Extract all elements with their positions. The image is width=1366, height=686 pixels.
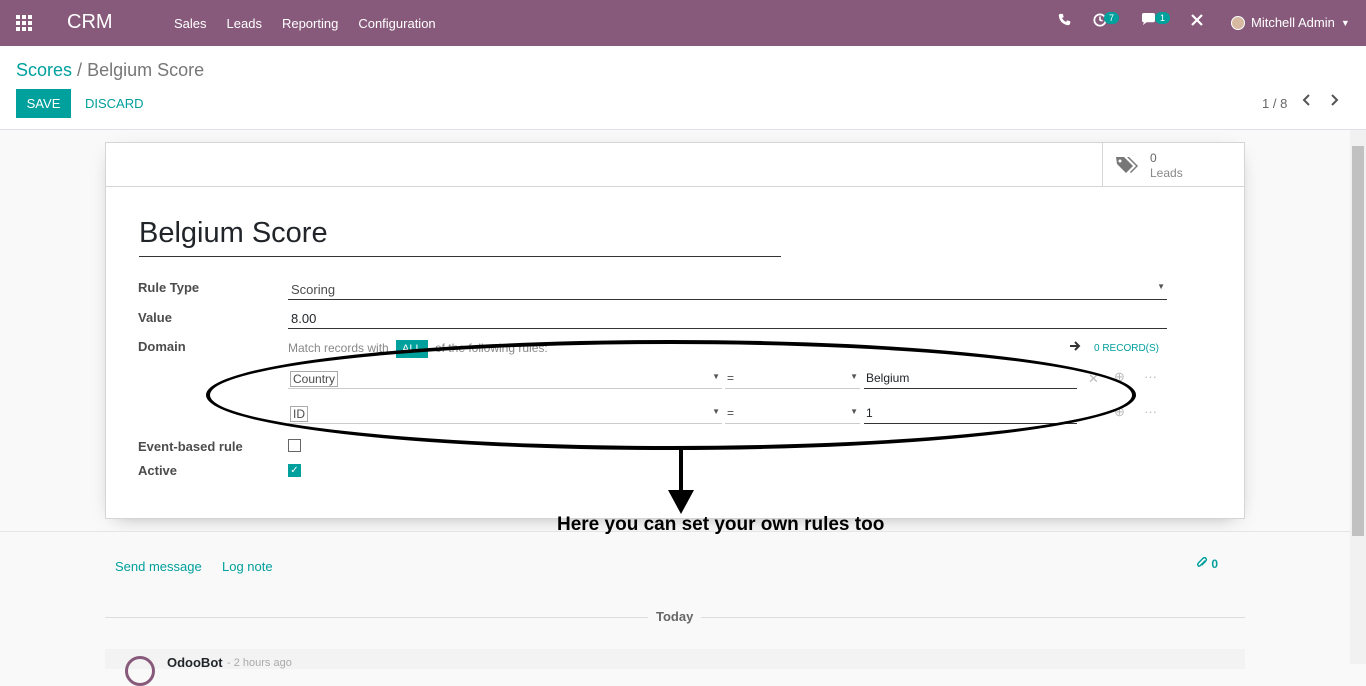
menu-item-leads[interactable]: Leads bbox=[227, 16, 262, 31]
add-rule-icon[interactable]: ⊕ bbox=[1114, 369, 1125, 385]
domain-label: Domain bbox=[138, 339, 186, 354]
more-options-icon[interactable]: ··· bbox=[1144, 404, 1157, 419]
record-name-input[interactable]: Belgium Score bbox=[139, 217, 781, 257]
event-based-checkbox[interactable] bbox=[288, 439, 301, 452]
tag-icon bbox=[1115, 155, 1138, 173]
annotation-arrow-head bbox=[668, 490, 694, 514]
rule-value: Belgium bbox=[866, 371, 910, 385]
rule-operator-value: = bbox=[727, 371, 735, 385]
main-menu: Sales Leads Reporting Configuration bbox=[174, 16, 436, 31]
message-date: - 2 hours ago bbox=[227, 657, 292, 669]
avatar bbox=[1231, 15, 1245, 30]
leads-stat-button[interactable]: 0 Leads bbox=[1102, 143, 1244, 187]
breadcrumb-separator: / bbox=[77, 60, 83, 80]
leads-count: 0 bbox=[1150, 151, 1157, 165]
rule-field-select[interactable]: ID ▼ bbox=[288, 402, 722, 424]
chevron-down-icon: ▼ bbox=[712, 372, 720, 381]
remove-rule-icon[interactable]: ✕ bbox=[1088, 371, 1099, 387]
domain-all-select[interactable]: ALL bbox=[396, 340, 428, 358]
annotation-text: Here you can set your own rules too bbox=[557, 514, 885, 535]
breadcrumb-current: Belgium Score bbox=[87, 60, 205, 80]
more-options-icon[interactable]: ··· bbox=[1144, 369, 1157, 384]
user-menu[interactable]: Mitchell Admin ▼ bbox=[1231, 15, 1350, 30]
chevron-down-icon: ▼ bbox=[850, 372, 858, 381]
value-label: Value bbox=[138, 310, 172, 325]
chevron-right-icon[interactable] bbox=[1330, 93, 1339, 111]
message-item: OdooBot - 2 hours ago bbox=[105, 649, 1245, 686]
arrow-right-icon[interactable] bbox=[1069, 339, 1081, 355]
discard-button[interactable]: DISCARD bbox=[85, 96, 144, 111]
control-panel: Scores / Belgium Score SAVE DISCARD 1 / … bbox=[0, 46, 1366, 130]
rule-field-value: ID bbox=[290, 406, 308, 422]
menu-item-configuration[interactable]: Configuration bbox=[358, 16, 435, 31]
records-link[interactable]: 0 RECORD(S) bbox=[1094, 343, 1159, 354]
rule-type-select[interactable]: Scoring ▼ bbox=[288, 278, 1167, 300]
activity-badge: 7 bbox=[1104, 12, 1120, 24]
rule-operator-value: = bbox=[727, 406, 735, 420]
leads-label: Leads bbox=[1150, 166, 1183, 180]
date-separator-label: Today bbox=[648, 609, 702, 624]
value-input[interactable]: 8.00 bbox=[288, 307, 1167, 329]
message-author[interactable]: OdooBot bbox=[167, 655, 223, 670]
event-based-label: Event-based rule bbox=[138, 439, 243, 454]
avatar bbox=[125, 656, 155, 686]
chevron-down-icon: ▼ bbox=[1340, 17, 1350, 28]
active-checkbox[interactable]: ✓ bbox=[288, 464, 301, 477]
chatter: Send message Log note 0 Today OdooBot - … bbox=[0, 531, 1350, 686]
domain-match-suffix: of the following rules: bbox=[434, 341, 548, 355]
rule-field-select[interactable]: Country ▼ bbox=[288, 367, 722, 389]
scrollbar[interactable] bbox=[1350, 130, 1366, 664]
chat-icon[interactable] bbox=[1141, 13, 1156, 29]
add-rule-icon[interactable]: ⊕ bbox=[1114, 404, 1125, 420]
value-value: 8.00 bbox=[291, 311, 317, 326]
rule-type-label: Rule Type bbox=[138, 280, 200, 295]
chevron-down-icon: ▼ bbox=[850, 407, 858, 416]
pager-counter[interactable]: 1 / 8 bbox=[1262, 96, 1287, 111]
rule-operator-select[interactable]: = ▼ bbox=[725, 402, 860, 424]
active-label: Active bbox=[138, 463, 178, 478]
chevron-left-icon[interactable] bbox=[1302, 93, 1311, 111]
apps-grid-icon[interactable] bbox=[16, 15, 34, 31]
paperclip-icon bbox=[1196, 556, 1211, 571]
log-note-button[interactable]: Log note bbox=[222, 559, 273, 574]
user-name: Mitchell Admin bbox=[1251, 15, 1335, 30]
phone-icon[interactable] bbox=[1058, 13, 1071, 29]
rule-value: 1 bbox=[866, 406, 873, 420]
menu-item-sales[interactable]: Sales bbox=[174, 16, 207, 31]
form-sheet: 0 Leads Belgium Score Rule Type Scoring … bbox=[105, 142, 1245, 519]
attachment-count: 0 bbox=[1211, 557, 1219, 571]
menu-item-reporting[interactable]: Reporting bbox=[282, 16, 338, 31]
button-box: 0 Leads bbox=[106, 143, 1244, 187]
app-title[interactable]: CRM bbox=[67, 11, 113, 34]
rule-type-value: Scoring bbox=[291, 282, 336, 297]
attachments-button[interactable]: 0 bbox=[1196, 556, 1219, 571]
top-navbar: CRM Sales Leads Reporting Configuration … bbox=[0, 0, 1366, 46]
save-button[interactable]: SAVE bbox=[16, 89, 71, 118]
message-badge: 1 bbox=[1155, 12, 1171, 24]
annotation-arrow-line bbox=[679, 450, 683, 492]
chevron-down-icon: ▼ bbox=[712, 407, 720, 416]
rule-field-value: Country bbox=[290, 371, 339, 387]
breadcrumb: Scores / Belgium Score bbox=[16, 60, 204, 81]
rule-operator-select[interactable]: = ▼ bbox=[725, 367, 860, 389]
close-x-icon[interactable] bbox=[1191, 13, 1203, 29]
chevron-down-icon: ▼ bbox=[1157, 282, 1165, 291]
domain-match-line: Match records with ALL of the following … bbox=[288, 340, 548, 358]
breadcrumb-scores[interactable]: Scores bbox=[16, 60, 72, 80]
scrollbar-thumb[interactable] bbox=[1352, 146, 1364, 536]
rule-value-input[interactable]: 1 bbox=[864, 402, 1077, 424]
rule-value-input[interactable]: Belgium bbox=[864, 367, 1077, 389]
send-message-button[interactable]: Send message bbox=[115, 559, 202, 574]
domain-match-prefix: Match records with bbox=[288, 341, 389, 355]
